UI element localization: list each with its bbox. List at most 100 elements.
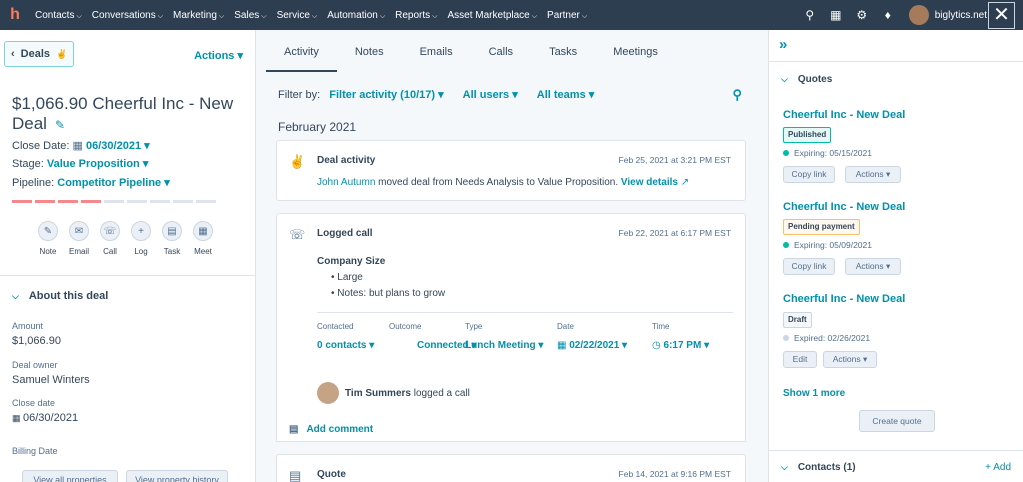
edit-quote-button[interactable]: Edit [783, 351, 817, 368]
search-icon[interactable]: ⚲ [797, 8, 823, 22]
contacts-section-toggle[interactable]: ⌵ Contacts (1) [781, 462, 856, 473]
tab-notes[interactable]: Notes [337, 30, 402, 72]
quote-actions-dropdown[interactable]: Actions ▾ [823, 351, 877, 368]
outcome-label: Outcome [389, 322, 422, 331]
contacted-label: Contacted [317, 322, 354, 331]
account-name[interactable]: biglytics.net [935, 10, 987, 21]
call-note-bullet: • Notes: but plans to grow [331, 288, 446, 299]
deal-actions-dropdown[interactable]: Actions ▾ [194, 49, 243, 62]
amount-value[interactable]: $1,066.90 [12, 335, 61, 347]
type-label: Type [465, 322, 483, 331]
about-section-toggle[interactable]: ⌵ About this deal [12, 290, 108, 302]
status-dot-icon [783, 150, 789, 156]
call-time-dropdown[interactable]: ◷ 6:17 PM ▾ [652, 340, 709, 351]
double-chevron-right-icon[interactable]: » [779, 36, 787, 53]
deal-owner-value[interactable]: Samuel Winters [12, 374, 90, 386]
tab-calls[interactable]: Calls [471, 30, 531, 72]
amount-label: Amount [12, 321, 44, 331]
filter-bar: Filter by: Filter activity (10/17) ▾ All… [278, 88, 604, 101]
nav-asset-marketplace[interactable]: Asset Marketplace ⌵ [442, 10, 542, 21]
phone-icon: ☏ [100, 221, 120, 241]
logged-by-text: Tim Summers logged a call [345, 388, 470, 399]
divider [769, 450, 1023, 451]
calendar-icon: ▦ [193, 221, 213, 241]
nav-marketing[interactable]: Marketing ⌵ [168, 10, 229, 21]
call-date-dropdown[interactable]: ▦ 02/22/2021 ▾ [557, 340, 627, 351]
quote-title-link[interactable]: Cheerful Inc - New Deal [783, 201, 905, 213]
back-label: Deals [20, 48, 51, 60]
tab-tasks[interactable]: Tasks [531, 30, 595, 72]
divider [769, 61, 1023, 62]
log-action[interactable]: + Log [129, 221, 153, 256]
call-action[interactable]: ☏ Call [98, 221, 122, 256]
clock-icon: ◷ [652, 340, 664, 351]
quote-actions-dropdown[interactable]: Actions ▾ [845, 166, 901, 183]
add-contact-link[interactable]: + Add [985, 462, 1011, 473]
quote-actions-dropdown[interactable]: Actions ▾ [845, 258, 901, 275]
marketplace-icon[interactable]: ▦ [823, 8, 849, 22]
email-action[interactable]: ✉ Email [67, 221, 91, 256]
note-action[interactable]: ✎ Note [36, 221, 60, 256]
edit-pencil-icon[interactable]: ✎ [55, 118, 65, 132]
close-date-value[interactable]: 06/30/2021 [86, 140, 141, 152]
quote-title-link[interactable]: Cheerful Inc - New Deal [783, 109, 905, 121]
meet-action[interactable]: ▦ Meet [191, 221, 215, 256]
stage-value[interactable]: Value Proposition [47, 158, 140, 170]
deal-activity-text: John Autumn moved deal from Needs Analys… [317, 177, 690, 188]
nav-reports[interactable]: Reports ⌵ [390, 10, 442, 21]
stage-segment [173, 200, 193, 203]
tab-emails[interactable]: Emails [402, 30, 471, 72]
activity-tabs: Activity Notes Emails Calls Tasks Meetin… [266, 30, 676, 72]
show-more-link[interactable]: Show 1 more [783, 388, 845, 399]
tab-activity[interactable]: Activity [266, 30, 337, 72]
settings-gear-icon[interactable]: ⚙ [849, 8, 875, 22]
copy-link-button[interactable]: Copy link [783, 166, 835, 183]
nav-sales[interactable]: Sales ⌵ [229, 10, 271, 21]
view-details-link[interactable]: View details [621, 177, 678, 188]
quote-title-link[interactable]: Cheerful Inc - New Deal [783, 293, 905, 305]
document-icon: ▤ [289, 468, 302, 482]
close-date-field[interactable]: ▦ 06/30/2021 [12, 412, 78, 424]
all-teams-dropdown[interactable]: All teams ▾ [537, 89, 595, 101]
contacted-dropdown[interactable]: 0 contacts ▾ [317, 340, 374, 351]
search-icon[interactable]: ⚲ [732, 87, 742, 103]
add-comment-button[interactable]: ▤ Add comment [276, 418, 746, 442]
view-property-history-button[interactable]: View property history [126, 470, 228, 482]
nav-menu: Contacts ⌵ Conversations ⌵ Marketing ⌵ Sale… [30, 10, 592, 21]
calendar-icon: ▦ [72, 140, 83, 152]
quotes-section-toggle[interactable]: ⌵ Quotes [781, 74, 832, 85]
plus-icon: + [131, 221, 151, 241]
close-date-label: Close date [12, 398, 56, 408]
calendar-icon: ▦ [12, 413, 24, 423]
month-heading: February 2021 [278, 120, 357, 134]
nav-partner[interactable]: Partner ⌵ [542, 10, 592, 21]
all-users-dropdown[interactable]: All users ▾ [463, 89, 518, 101]
person-link[interactable]: John Autumn [317, 177, 375, 188]
hubspot-logo-icon[interactable]: h [0, 0, 30, 30]
type-dropdown[interactable]: Lunch Meeting ▾ [465, 340, 543, 351]
right-sidebar: » ⌵ Quotes Cheerful Inc - New Deal Publis… [768, 30, 1023, 482]
nav-contacts[interactable]: Contacts ⌵ [30, 10, 87, 21]
card-title: Logged call [317, 228, 373, 239]
deal-owner-label: Deal owner [12, 360, 58, 370]
copy-link-button[interactable]: Copy link [783, 258, 835, 275]
nav-automation[interactable]: Automation ⌵ [322, 10, 390, 21]
task-action[interactable]: ▤ Task [160, 221, 184, 256]
notifications-bell-icon[interactable]: ♦ [875, 8, 901, 22]
pipeline-value[interactable]: Competitor Pipeline [57, 177, 161, 189]
logger-name[interactable]: Tim Summers [345, 388, 411, 399]
view-all-properties-button[interactable]: View all properties [22, 470, 118, 482]
create-quote-button[interactable]: Create quote [859, 410, 935, 432]
chevron-down-icon: ⌵ [781, 462, 788, 472]
back-to-deals-button[interactable]: ‹ Deals ✌ [4, 41, 74, 67]
filter-activity-dropdown[interactable]: Filter activity (10/17) ▾ [329, 89, 443, 101]
close-icon[interactable]: ✕ [988, 2, 1015, 29]
deal-activity-card: ✌ Deal activity Feb 25, 2021 at 3:21 PM … [276, 140, 746, 201]
nav-service[interactable]: Service ⌵ [272, 10, 323, 21]
tab-meetings[interactable]: Meetings [595, 30, 676, 72]
stage-line: Stage: Value Proposition ▾ [12, 158, 149, 170]
nav-conversations[interactable]: Conversations ⌵ [87, 10, 168, 21]
phone-icon: ☏ [289, 227, 306, 242]
user-avatar[interactable] [908, 5, 929, 25]
deal-sidebar: ‹ Deals ✌ Actions ▾ $1,066.90 Cheerful I… [0, 30, 256, 482]
